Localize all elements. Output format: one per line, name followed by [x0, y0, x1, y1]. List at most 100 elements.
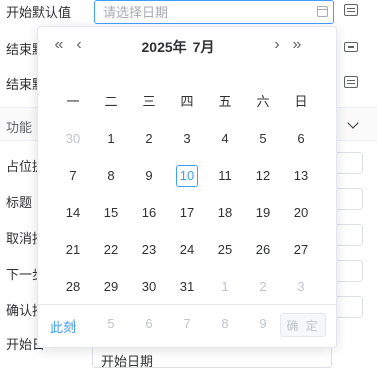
- calendar-day[interactable]: 8: [92, 163, 130, 189]
- confirm-input[interactable]: [333, 296, 363, 318]
- calendar-day[interactable]: 2: [130, 126, 168, 152]
- calendar-day-label: 8: [107, 167, 115, 183]
- calendar-day[interactable]: 28: [54, 274, 92, 300]
- calendar-day[interactable]: 29: [92, 274, 130, 300]
- confirm-button[interactable]: 确 定: [280, 313, 326, 337]
- title-input[interactable]: [333, 188, 363, 210]
- calendar-week-row: 30 1 2 3 4 5 6: [54, 120, 320, 157]
- chevron-down-icon[interactable]: [347, 117, 359, 129]
- calendar-week-row: 28 29 30 31 1 2 3: [54, 268, 320, 305]
- calendar-day[interactable]: 18: [206, 200, 244, 226]
- calendar-day[interactable]: 30: [130, 274, 168, 300]
- calendar-day-label: 22: [103, 241, 119, 257]
- picker-title: 2025年 7月: [108, 37, 248, 57]
- calendar-day-label: 31: [179, 278, 195, 294]
- calendar-day[interactable]: 7: [54, 163, 92, 189]
- next-month-button[interactable]: ›: [268, 35, 286, 55]
- calendar-day-label: 15: [103, 204, 119, 220]
- next-input[interactable]: [333, 260, 363, 282]
- calendar-day[interactable]: 20: [282, 200, 320, 226]
- weekday-label: 日: [294, 93, 308, 109]
- calendar-day-today[interactable]: 10: [168, 163, 206, 189]
- calendar-day-label: 1: [107, 130, 115, 146]
- calendar-day[interactable]: 5: [244, 126, 282, 152]
- next-year-button[interactable]: »: [288, 35, 306, 55]
- calendar-day[interactable]: 6: [282, 126, 320, 152]
- calendar-week-row: 7 8 9 10 11 12 13: [54, 157, 320, 194]
- calendar-day[interactable]: 9: [130, 163, 168, 189]
- calendar-day[interactable]: 25: [206, 237, 244, 263]
- calendar-day-label: 18: [217, 204, 233, 220]
- calendar-day[interactable]: 15: [92, 200, 130, 226]
- calendar-day-label: 2: [259, 278, 267, 294]
- prev-year-button[interactable]: «: [50, 35, 68, 55]
- calendar-day-label: 5: [259, 130, 267, 146]
- calendar-day-label: 3: [297, 278, 305, 294]
- calendar-day[interactable]: 16: [130, 200, 168, 226]
- month-label[interactable]: 7月: [193, 39, 215, 55]
- weekday-label: 二: [104, 93, 118, 109]
- weekday-label: 三: [142, 93, 156, 109]
- calendar-day-label: 6: [297, 130, 305, 146]
- calendar-day-label: 30: [141, 278, 157, 294]
- weekday-label: 六: [256, 93, 270, 109]
- calendar-day-label: 3: [183, 130, 191, 146]
- calendar-day[interactable]: 13: [282, 163, 320, 189]
- calendar-day[interactable]: 17: [168, 200, 206, 226]
- calendar-day-label: 14: [65, 204, 81, 220]
- calendar-day-label: 29: [103, 278, 119, 294]
- calendar-day[interactable]: 14: [54, 200, 92, 226]
- calendar-day[interactable]: 12: [244, 163, 282, 189]
- calendar-day[interactable]: 3: [282, 274, 320, 300]
- calendar-day[interactable]: 11: [206, 163, 244, 189]
- calendar-day[interactable]: 21: [54, 237, 92, 263]
- date-input-field[interactable]: [103, 4, 303, 20]
- calendar-week-row: 14 15 16 17 18 19 20: [54, 194, 320, 231]
- date-picker-popup: « ‹ 2025年 7月 › » 一 二 三 四 五 六 日 30 1 2 3 4 5 6 7 8…: [37, 26, 337, 348]
- calendar-icon[interactable]: [317, 6, 328, 17]
- now-link[interactable]: 此刻: [50, 317, 76, 336]
- calendar-day-label: 19: [255, 204, 271, 220]
- calendar-day-label: 13: [293, 167, 309, 183]
- calendar-day[interactable]: 31: [168, 274, 206, 300]
- calendar-day[interactable]: 19: [244, 200, 282, 226]
- calendar-day[interactable]: 3: [168, 126, 206, 152]
- calendar-day-label: 2: [145, 130, 153, 146]
- calendar-day[interactable]: 30: [54, 126, 92, 152]
- calendar-day[interactable]: 1: [92, 126, 130, 152]
- calendar-day[interactable]: 24: [168, 237, 206, 263]
- calendar-day-label: 17: [179, 204, 195, 220]
- calendar-day-label: 1: [221, 278, 229, 294]
- placeholder-input[interactable]: [333, 152, 363, 174]
- cancel-input[interactable]: [333, 224, 363, 246]
- calendar-day[interactable]: 1: [206, 274, 244, 300]
- weekday-label: 五: [218, 93, 232, 109]
- calendar-day-label: 10: [176, 164, 198, 187]
- list-icon[interactable]: [344, 76, 358, 88]
- calendar-day-label: 12: [255, 167, 271, 183]
- input-icon[interactable]: [344, 42, 358, 52]
- calendar-day-label: 9: [145, 167, 153, 183]
- calendar-day[interactable]: 22: [92, 237, 130, 263]
- calendar-day-label: 16: [141, 204, 157, 220]
- calendar-week-row: 21 22 23 24 25 26 27: [54, 231, 320, 268]
- year-label[interactable]: 2025年: [142, 39, 187, 55]
- calendar-day-label: 7: [69, 167, 77, 183]
- calendar-day-label: 24: [179, 241, 195, 257]
- calendar-day[interactable]: 23: [130, 237, 168, 263]
- calendar-day-label: 25: [217, 241, 233, 257]
- calendar-day[interactable]: 27: [282, 237, 320, 263]
- calendar-day[interactable]: 4: [206, 126, 244, 152]
- calendar-day[interactable]: 2: [244, 274, 282, 300]
- calendar-day-label: 27: [293, 241, 309, 257]
- calendar-day-label: 28: [65, 278, 81, 294]
- date-input[interactable]: [94, 0, 334, 24]
- calendar-day[interactable]: 26: [244, 237, 282, 263]
- prev-month-button[interactable]: ‹: [70, 35, 88, 55]
- weekday-label: 一: [66, 93, 80, 109]
- calendar-day-label: 20: [293, 204, 309, 220]
- list-icon[interactable]: [344, 4, 358, 16]
- calendar-day-label: 30: [65, 130, 81, 146]
- calendar-day-label: 26: [255, 241, 271, 257]
- title-label: 标题: [6, 195, 33, 210]
